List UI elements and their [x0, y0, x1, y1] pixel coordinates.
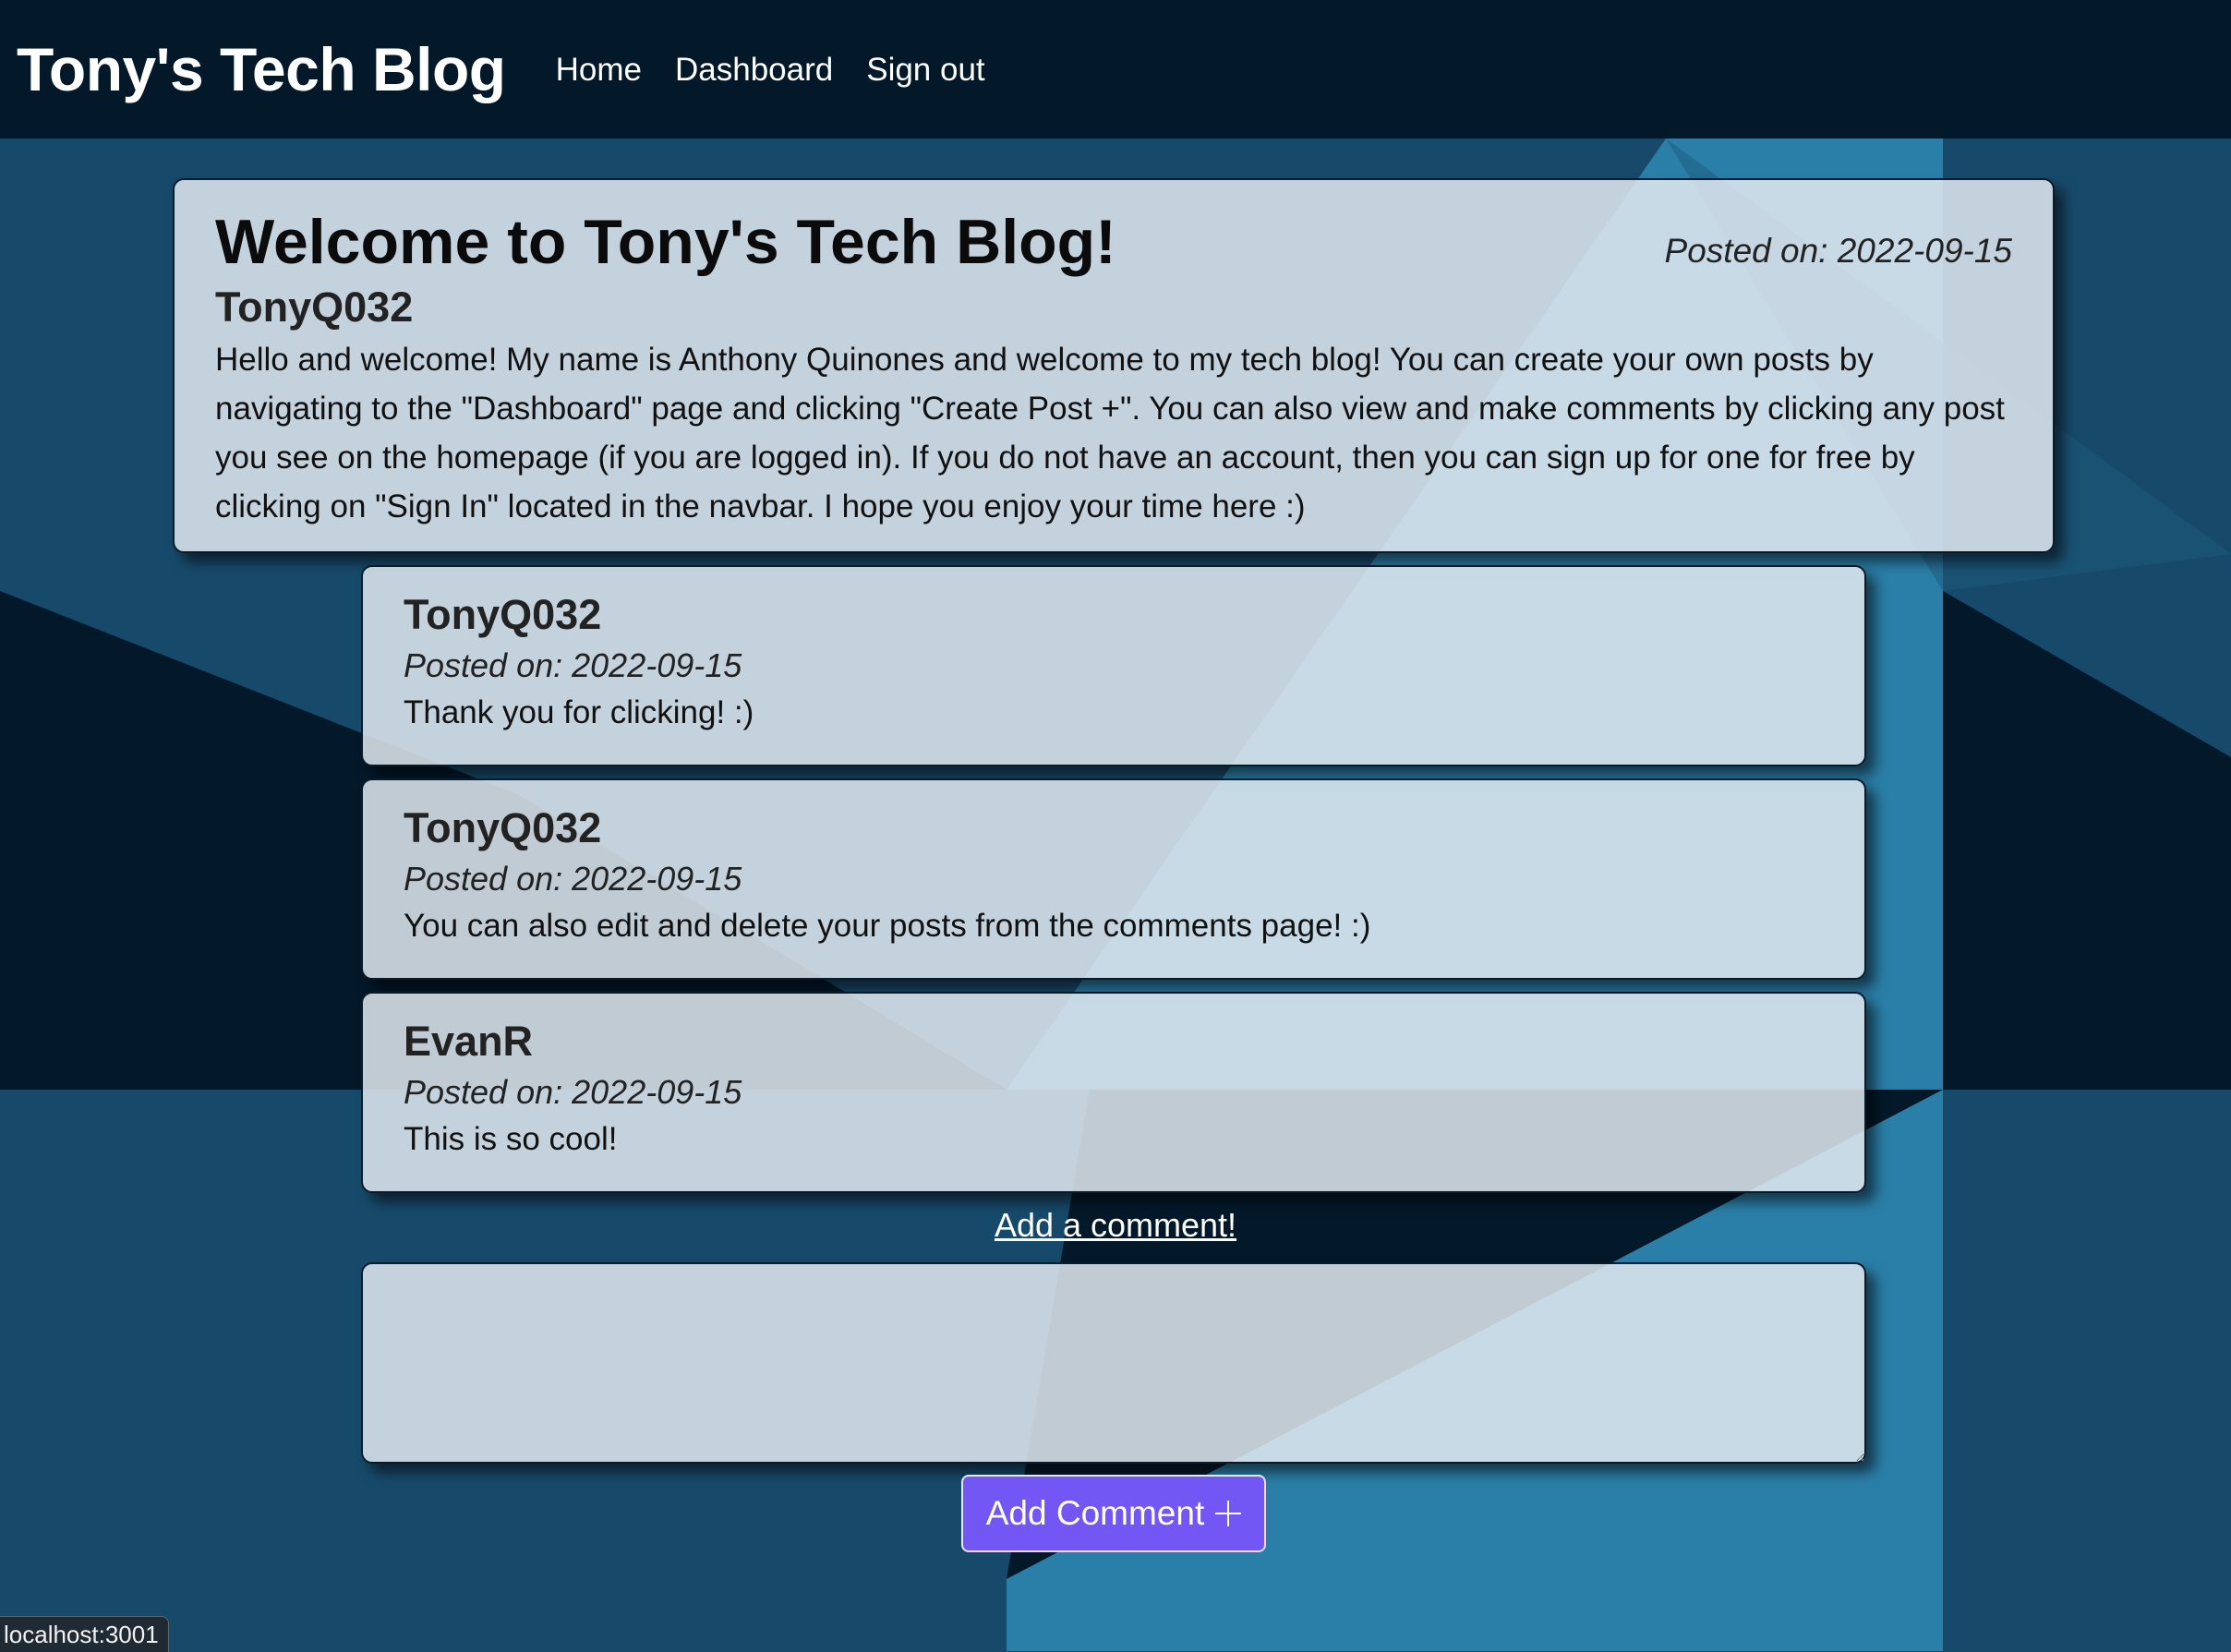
post-card: Welcome to Tony's Tech Blog! Posted on: … [173, 178, 2055, 553]
post-date: Posted on: 2022-09-15 [1664, 232, 2012, 270]
add-comment-button-label: Add Comment [985, 1494, 1205, 1532]
main-content: Welcome to Tony's Tech Blog! Posted on: … [0, 0, 2231, 1651]
site-title[interactable]: Tony's Tech Blog [17, 39, 506, 100]
comment-date: Posted on: 2022-09-15 [404, 1072, 742, 1111]
comment-textarea[interactable] [361, 1262, 1866, 1464]
comment-card: TonyQ032 Posted on: 2022-09-15 Thank you… [361, 565, 1866, 766]
comment-author: TonyQ032 [404, 804, 602, 851]
nav-link-home[interactable]: Home [556, 52, 642, 89]
navbar: Tony's Tech Blog Home Dashboard Sign out [0, 0, 2231, 139]
comment-author: EvanR [404, 1018, 534, 1065]
comment-date: Posted on: 2022-09-15 [404, 645, 742, 684]
comment-card: EvanR Posted on: 2022-09-15 This is so c… [361, 992, 1866, 1193]
add-comment-link[interactable]: Add a comment! [0, 1206, 2231, 1245]
add-comment-button[interactable]: Add Comment [961, 1475, 1266, 1552]
nav-links: Home Dashboard Sign out [556, 52, 985, 89]
nav-link-dashboard[interactable]: Dashboard [675, 52, 833, 89]
comment-text: This is so cool! [404, 1120, 618, 1157]
comment-card: TonyQ032 Posted on: 2022-09-15 You can a… [361, 778, 1866, 980]
comment-text: Thank you for clicking! :) [404, 693, 754, 730]
status-bar-url: localhost:3001 [0, 1616, 169, 1652]
comment-date: Posted on: 2022-09-15 [404, 859, 742, 898]
post-body: Hello and welcome! My name is Anthony Qu… [215, 342, 2005, 525]
post-author: TonyQ032 [215, 283, 414, 332]
plus-icon [1215, 1501, 1242, 1526]
nav-link-sign-out[interactable]: Sign out [866, 52, 984, 89]
comment-author: TonyQ032 [404, 591, 602, 638]
comment-text: You can also edit and delete your posts … [404, 907, 1371, 944]
